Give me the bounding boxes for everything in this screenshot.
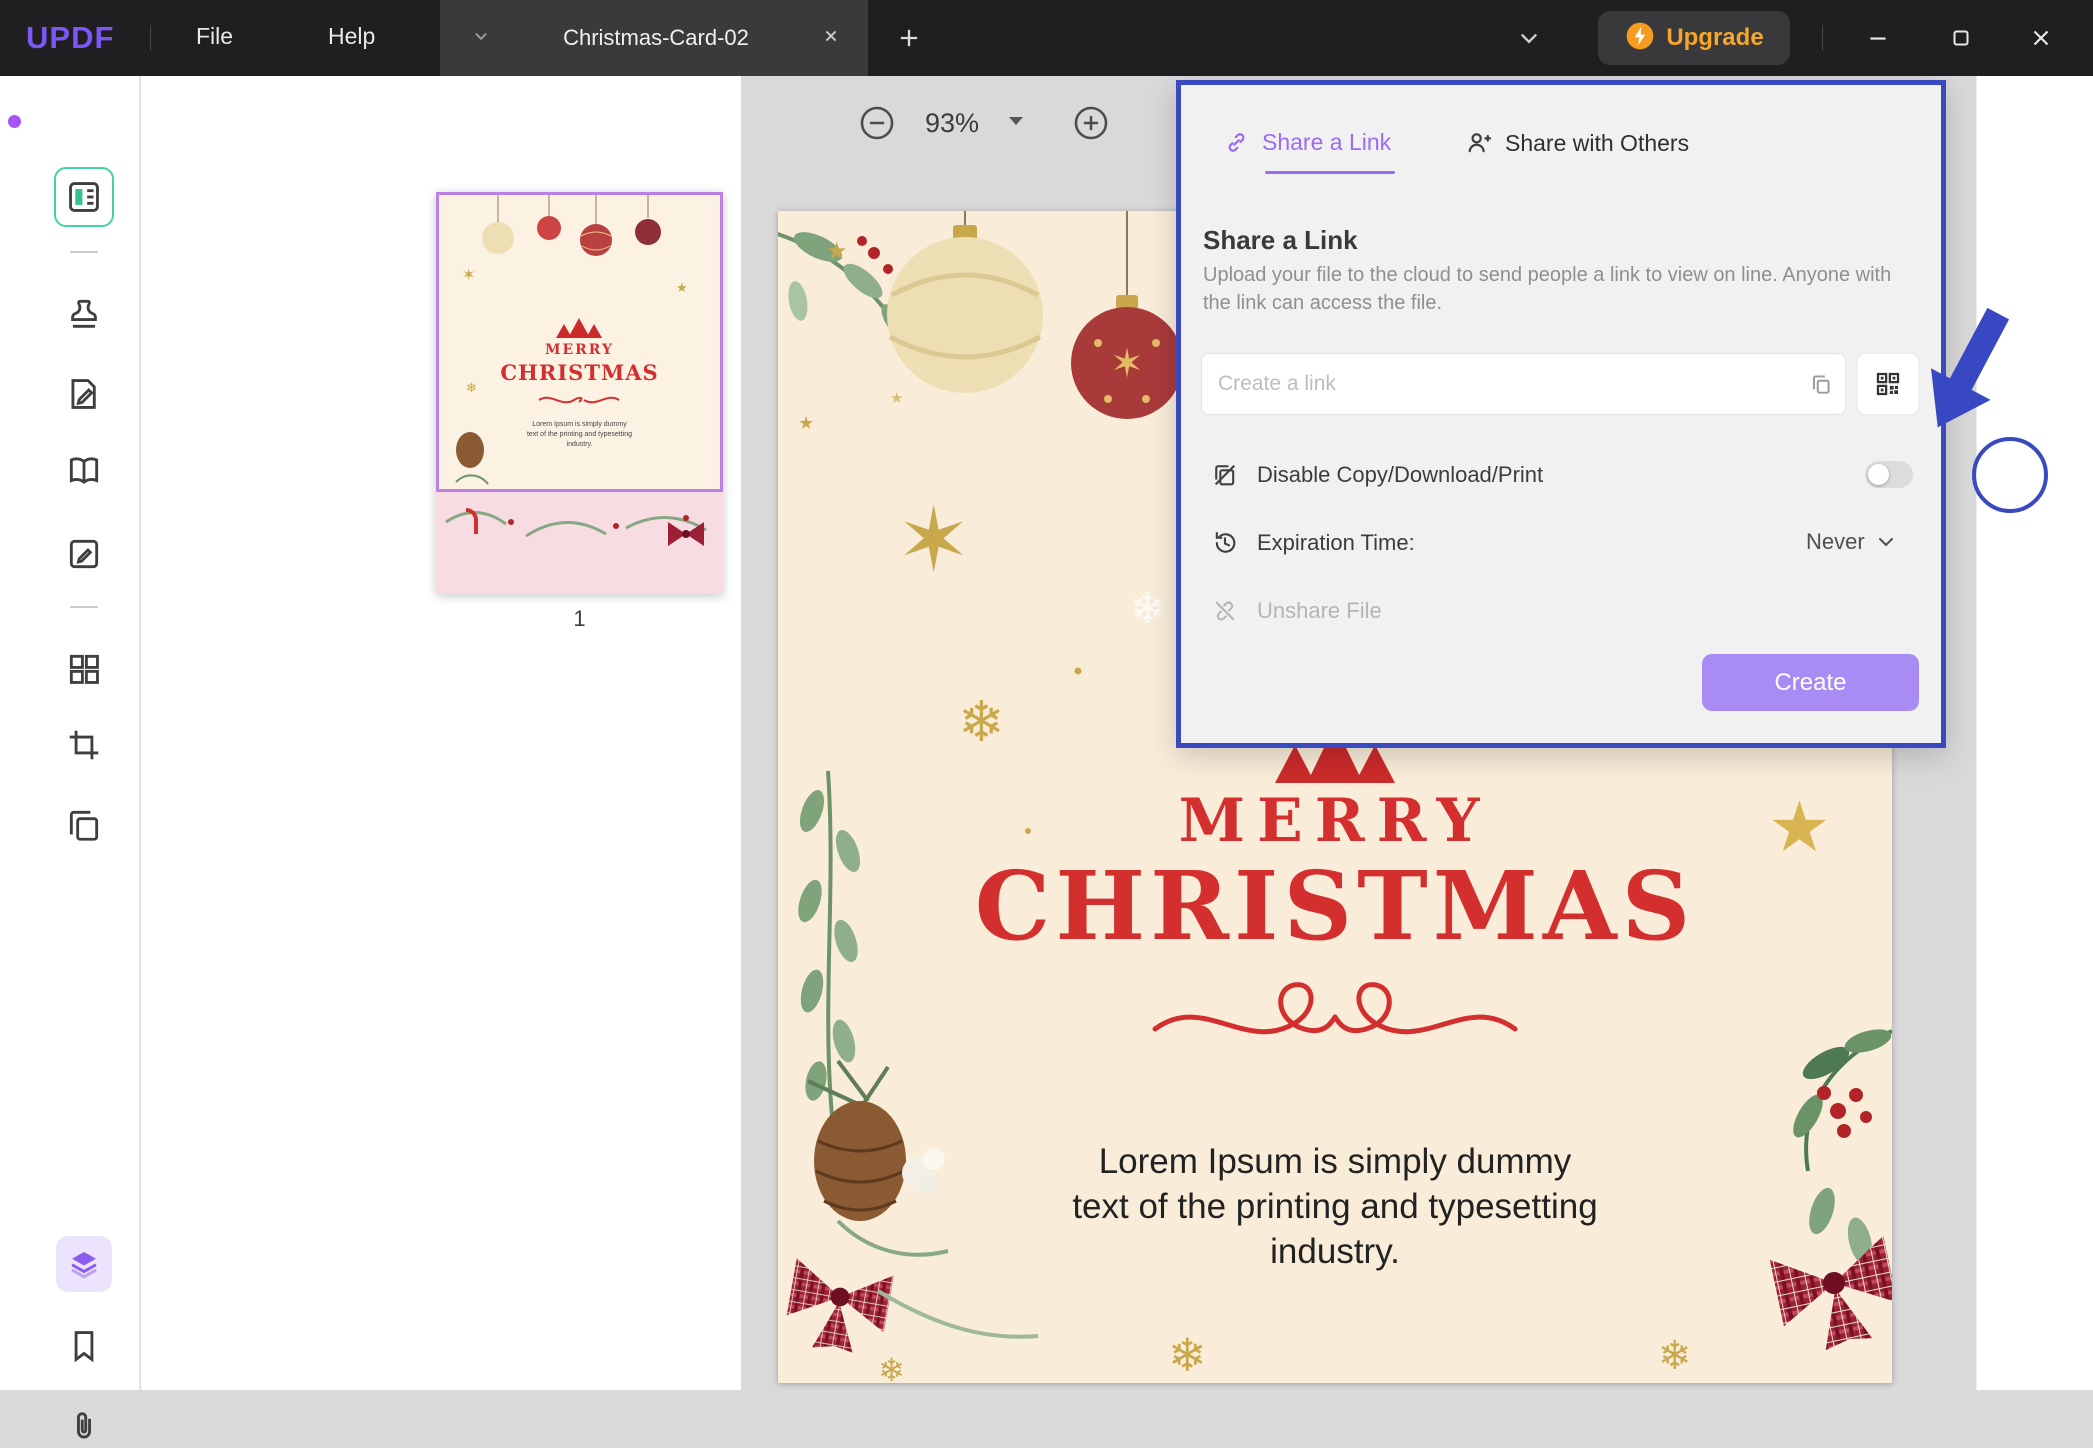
active-tab-underline [1265,171,1395,174]
ornament-gold-ball [887,211,1043,393]
page-number: 1 [436,606,723,632]
tab-share-a-link[interactable]: Share a Link [1223,129,1391,156]
pointer-arrow-annotation [1922,300,2014,438]
create-button[interactable]: Create [1702,654,1919,711]
menu-help[interactable]: Help [328,23,375,50]
thumbnail-panel: ✶ ★ ❄ MERRY CHRISTMAS Lorem Ipsum is sim… [141,76,741,1390]
window-minimize-button[interactable] [1856,18,1900,58]
attachment-button[interactable] [62,1404,106,1448]
disable-copy-label: Disable Copy/Download/Print [1257,462,1543,488]
reader-tool-button[interactable] [62,449,106,493]
snowflake-icon: ❄ [1168,1328,1207,1382]
document-tab[interactable]: Christmas-Card-02 [440,0,868,76]
edit-tool-button[interactable] [62,532,106,576]
right-toolbar [1976,76,2093,1390]
tab-share-with-others-label: Share with Others [1505,130,1689,157]
upgrade-icon [1624,20,1656,57]
copy-icon [1808,371,1834,397]
zoom-out-button[interactable] [857,103,897,143]
dialog-heading: Share a Link [1203,225,1358,256]
dialog-description: Upload your file to the cloud to send pe… [1203,261,1915,317]
copy-link-button[interactable] [1797,354,1845,414]
collapse-handle[interactable] [70,606,98,608]
disable-copy-toggle[interactable] [1865,461,1913,488]
zoom-dropdown-caret-icon[interactable] [1007,114,1025,132]
updf-window: UPDF File Help Christmas-Card-02 Upgrade [0,0,2093,1390]
star-icon: ★ [798,413,814,434]
window-maximize-button[interactable] [1939,18,1983,58]
left-toolbar [0,76,140,1390]
panel-indicator-dot [8,115,21,128]
bookmark-button[interactable] [62,1324,106,1368]
ornament-red-ball: ✶ [1071,211,1183,419]
crop-tool-button[interactable] [62,723,106,767]
tab-list-chevron-icon[interactable] [1512,26,1546,50]
expiration-label: Expiration Time: [1257,530,1415,556]
unshare-label: Unshare File [1257,598,1382,624]
tab-title: Christmas-Card-02 [492,25,820,51]
expiration-select[interactable]: Never [1806,529,1895,555]
page-thumbnail[interactable]: ✶ ★ ❄ MERRY CHRISTMAS Lorem Ipsum is sim… [436,192,723,594]
tab-close-icon[interactable] [820,25,842,52]
upgrade-label: Upgrade [1666,24,1763,52]
zoom-controls: 93% [857,103,1111,143]
titlebar-separator [1822,25,1823,51]
link-icon [1223,129,1250,156]
chevron-down-icon [1877,536,1895,548]
snowflake-icon: ❄ [878,1351,905,1383]
star-icon: ★ [826,237,848,265]
zoom-in-button[interactable] [1071,103,1111,143]
new-tab-button[interactable] [893,22,925,54]
create-link-input[interactable] [1202,354,1797,414]
person-add-icon [1465,129,1493,157]
star-icon: ✶ [1110,341,1144,387]
layers-button[interactable] [56,1236,112,1292]
card-title-merry: MERRY [778,786,1892,856]
tab-share-a-link-label: Share a Link [1262,129,1391,156]
snowflake-icon: ❄ [1130,584,1165,633]
snowflake-icon: ❄ [1658,1333,1692,1379]
organize-pages-button[interactable] [62,647,106,691]
disable-copy-icon [1211,461,1239,489]
share-highlight-ring [1972,437,2048,513]
unshare-row[interactable]: Unshare File [1211,591,1911,631]
expiration-value: Never [1806,529,1865,555]
star-icon: ★ [890,389,903,407]
updf-logo: UPDF [26,20,114,56]
collapse-handle[interactable] [70,251,98,253]
star-icon: ✶ [896,488,971,593]
copy-pages-button[interactable] [62,803,106,847]
menu-file[interactable]: File [196,23,233,50]
expiration-clock-icon [1211,529,1239,557]
zoom-level: 93% [915,108,989,139]
titlebar-separator [150,25,151,51]
page-thumbnails-button[interactable] [54,167,114,227]
titlebar: UPDF File Help Christmas-Card-02 Upgrade [0,0,2093,76]
flourish [1155,985,1515,1032]
disable-copy-row: Disable Copy/Download/Print [1211,455,1911,495]
upgrade-button[interactable]: Upgrade [1598,11,1790,65]
thumbnail-viewport-indicator [436,192,723,492]
tab-chevron-down-icon[interactable] [470,25,492,52]
card-title-christmas: CHRISTMAS [778,851,1892,962]
tab-share-with-others[interactable]: Share with Others [1465,129,1689,157]
qr-code-icon [1873,369,1903,399]
share-dialog: Share a Link Share with Others Share a L… [1176,80,1946,748]
greenery-bottom-left [878,1291,1038,1337]
annotate-tool-button[interactable] [62,372,106,416]
stamp-tool-button[interactable] [62,292,106,336]
qr-code-button[interactable] [1857,353,1919,415]
window-close-button[interactable] [2019,18,2063,58]
unshare-icon [1211,597,1239,625]
toggle-knob [1868,464,1889,485]
snowflake-icon: ❄ [958,690,1005,755]
link-input-wrap [1201,353,1846,415]
card-body-text: Lorem Ipsum is simply dummy text of the … [778,1139,1892,1274]
